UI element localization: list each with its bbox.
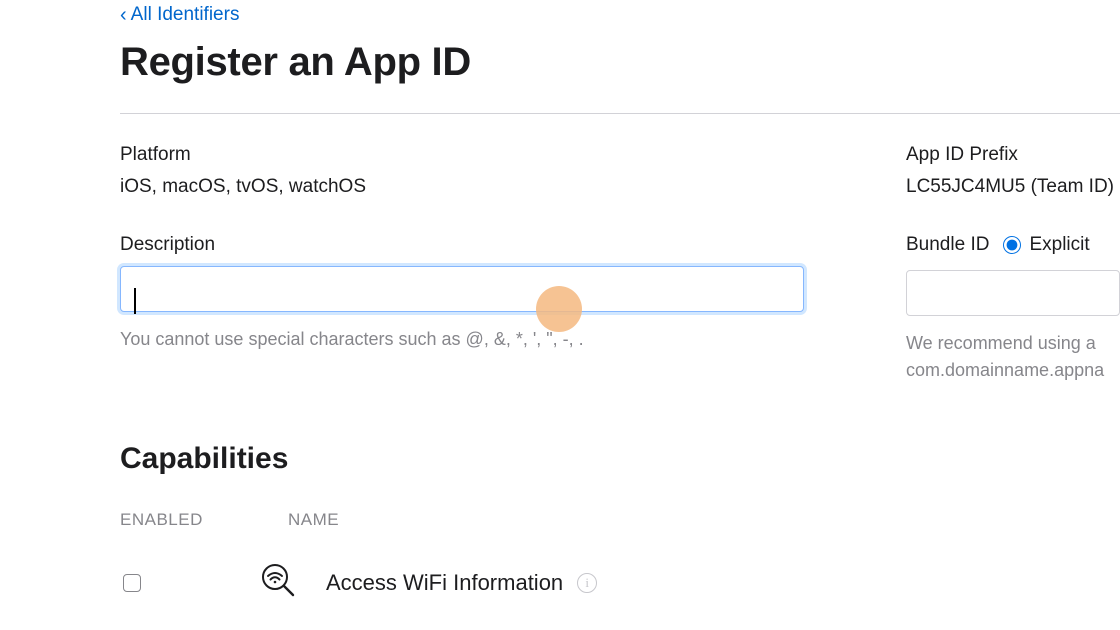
description-input[interactable]: [120, 266, 804, 312]
capability-enable-checkbox[interactable]: [123, 574, 141, 592]
bundle-help: We recommend using a com.domainname.appn…: [906, 330, 1120, 384]
col-enabled: ENABLED: [120, 510, 216, 530]
platform-label: Platform: [120, 144, 810, 166]
bundle-explicit-radio[interactable]: [1003, 236, 1021, 254]
bundle-label: Bundle ID: [906, 234, 989, 256]
prefix-field: App ID Prefix LC55JC4MU5 (Team ID): [906, 144, 1120, 198]
prefix-label: App ID Prefix: [906, 144, 1120, 166]
divider: [120, 113, 1120, 114]
platform-value: iOS, macOS, tvOS, watchOS: [120, 176, 810, 198]
back-to-identifiers-link[interactable]: ‹ All Identifiers: [120, 4, 239, 26]
wifi-search-icon: [258, 560, 298, 605]
bundle-field: Bundle ID Explicit We recommend using a …: [906, 234, 1120, 384]
description-field: Description You cannot use special chara…: [120, 234, 810, 353]
description-label: Description: [120, 234, 810, 256]
bundle-explicit-label: Explicit: [1029, 234, 1089, 256]
back-link-label: All Identifiers: [131, 4, 240, 26]
page-title: Register an App ID: [120, 40, 1120, 85]
bundle-id-input[interactable]: [906, 270, 1120, 316]
capability-row: Access WiFi Information i: [120, 560, 1120, 605]
chevron-left-icon: ‹: [120, 5, 127, 25]
prefix-value: LC55JC4MU5 (Team ID): [906, 176, 1120, 198]
capabilities-title: Capabilities: [120, 442, 1120, 476]
form-row: Platform iOS, macOS, tvOS, watchOS Descr…: [120, 144, 1120, 384]
info-icon[interactable]: i: [577, 573, 597, 593]
platform-field: Platform iOS, macOS, tvOS, watchOS: [120, 144, 810, 198]
description-help: You cannot use special characters such a…: [120, 326, 810, 353]
col-name: NAME: [288, 510, 339, 530]
capability-name: Access WiFi Information: [326, 570, 563, 596]
capabilities-table-header: ENABLED NAME: [120, 510, 1120, 530]
